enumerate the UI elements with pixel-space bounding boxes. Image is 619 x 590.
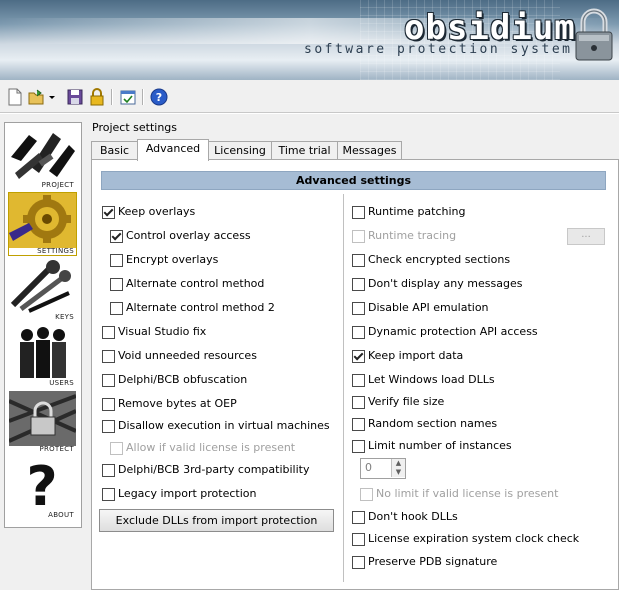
exclude-dlls-button[interactable]: Exclude DLLs from import protection [99,509,334,532]
svg-text:?: ? [156,91,162,104]
sidebar-item-keys[interactable]: KEYS [9,259,76,321]
sidebar-item-label: ABOUT [48,511,74,519]
app-banner: obsidium software protection system [0,0,619,80]
help-icon[interactable]: ? [150,88,168,106]
sidebar-item-label: KEYS [55,313,74,321]
sidebar-item-label: PROTECT [39,445,74,453]
new-file-icon[interactable] [6,88,24,106]
sidebar-item-label: SETTINGS [37,247,74,255]
protect-icon [9,391,76,446]
open-folder-icon[interactable] [28,88,46,106]
dropdown-arrow-icon[interactable] [47,88,57,106]
instances-value: 0 [365,461,372,474]
gear-icon [9,193,76,248]
tab-time-trial[interactable]: Time trial [271,141,338,160]
app-tagline: software protection system [304,42,573,57]
check-icon[interactable] [119,88,137,106]
sidebar-item-settings[interactable]: SETTINGS [8,192,77,256]
tracing-options-button: ... [567,228,605,245]
project-icon [9,127,76,182]
tab-licensing[interactable]: Licensing [208,141,272,160]
save-icon[interactable] [66,88,84,106]
users-icon [9,325,76,380]
tab-basic[interactable]: Basic [91,141,138,160]
advanced-settings-panel: Advanced settings Keep overlays Control … [91,159,619,590]
panel-header: Advanced settings [101,171,606,190]
lock-icon[interactable] [88,88,106,106]
sidebar: PROJECT SETTINGS KEYS USERS PROTECT ? AB… [4,122,82,528]
section-title: Project settings [92,121,177,134]
tab-advanced[interactable]: Advanced [137,139,209,161]
svg-text:?: ? [26,457,57,512]
instances-stepper[interactable]: 0 ▲ ▼ [360,458,406,479]
toolbar: ? [0,84,619,110]
sidebar-item-about[interactable]: ? ABOUT [9,457,76,519]
question-mark-icon: ? [9,457,76,512]
stepper-down-icon[interactable]: ▼ [391,468,405,477]
tab-messages[interactable]: Messages [337,141,402,160]
sidebar-item-label: USERS [49,379,74,387]
padlock-icon [575,8,613,61]
sidebar-item-users[interactable]: USERS [9,325,76,387]
sidebar-item-project[interactable]: PROJECT [9,127,76,189]
sidebar-item-protect[interactable]: PROTECT [9,391,76,453]
sidebar-item-label: PROJECT [41,181,74,189]
keys-icon [9,259,76,314]
